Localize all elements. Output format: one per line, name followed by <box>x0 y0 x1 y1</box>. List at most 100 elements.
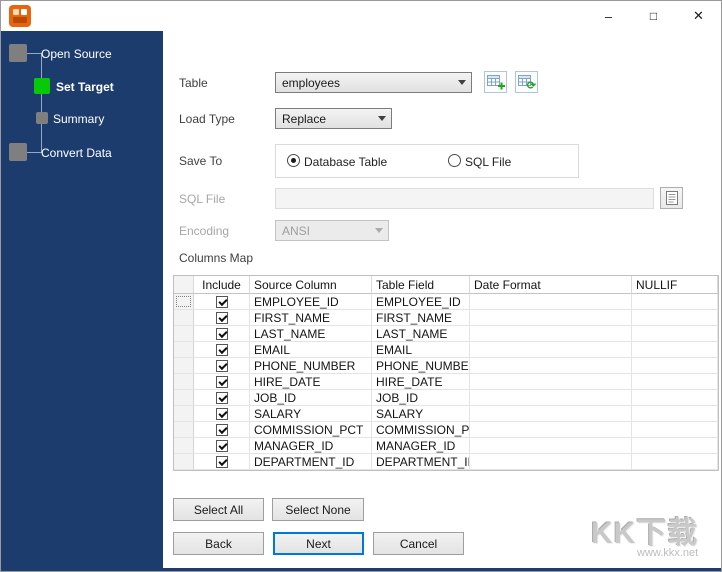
load-type-select[interactable]: Replace <box>275 108 392 129</box>
date-format-cell[interactable] <box>470 390 632 406</box>
nullif-cell[interactable] <box>632 406 718 422</box>
close-button[interactable]: ✕ <box>676 1 721 31</box>
minimize-button[interactable]: – <box>586 1 631 31</box>
row-selector[interactable] <box>174 422 194 438</box>
date-format-cell[interactable] <box>470 454 632 470</box>
include-checkbox[interactable] <box>215 359 228 372</box>
include-checkbox[interactable] <box>215 311 228 324</box>
maximize-button[interactable]: □ <box>631 1 676 31</box>
sidebar-item-convert-data[interactable]: Convert Data <box>41 146 112 160</box>
include-cell[interactable] <box>194 310 250 326</box>
col-header-date-format[interactable]: Date Format <box>470 276 632 294</box>
database-table-radio-label[interactable]: Database Table <box>304 155 387 169</box>
row-selector[interactable] <box>174 326 194 342</box>
cancel-button[interactable]: Cancel <box>373 532 464 555</box>
table-field-cell[interactable]: COMMISSION_PCT <box>372 422 470 438</box>
source-column-cell[interactable]: HIRE_DATE <box>250 374 372 390</box>
row-selector[interactable] <box>174 358 194 374</box>
include-cell[interactable] <box>194 406 250 422</box>
table-field-cell[interactable]: EMPLOYEE_ID <box>372 294 470 310</box>
source-column-cell[interactable]: COMMISSION_PCT <box>250 422 372 438</box>
table-field-cell[interactable]: PHONE_NUMBER <box>372 358 470 374</box>
nullif-cell[interactable] <box>632 294 718 310</box>
source-column-cell[interactable]: MANAGER_ID <box>250 438 372 454</box>
source-column-cell[interactable]: EMPLOYEE_ID <box>250 294 372 310</box>
nullif-cell[interactable] <box>632 422 718 438</box>
row-selector[interactable] <box>174 294 194 310</box>
table-field-cell[interactable]: MANAGER_ID <box>372 438 470 454</box>
table-field-cell[interactable]: EMAIL <box>372 342 470 358</box>
select-all-button[interactable]: Select All <box>173 498 264 521</box>
row-selector[interactable] <box>174 310 194 326</box>
row-selector[interactable] <box>174 438 194 454</box>
include-checkbox[interactable] <box>215 455 228 468</box>
source-column-cell[interactable]: EMAIL <box>250 342 372 358</box>
row-selector[interactable] <box>174 342 194 358</box>
nullif-cell[interactable] <box>632 310 718 326</box>
sql-file-radio-label[interactable]: SQL File <box>465 155 511 169</box>
include-checkbox[interactable] <box>215 423 228 436</box>
include-cell[interactable] <box>194 438 250 454</box>
sidebar-item-set-target[interactable]: Set Target <box>56 80 114 94</box>
database-table-radio[interactable] <box>287 154 300 167</box>
col-header-include[interactable]: Include <box>194 276 250 294</box>
date-format-cell[interactable] <box>470 294 632 310</box>
include-cell[interactable] <box>194 294 250 310</box>
nullif-cell[interactable] <box>632 358 718 374</box>
date-format-cell[interactable] <box>470 358 632 374</box>
source-column-cell[interactable]: JOB_ID <box>250 390 372 406</box>
sidebar-item-open-source[interactable]: Open Source <box>41 47 112 61</box>
include-checkbox[interactable] <box>215 391 228 404</box>
col-header-nullif[interactable]: NULLIF <box>632 276 718 294</box>
source-column-cell[interactable]: DEPARTMENT_ID <box>250 454 372 470</box>
table-field-cell[interactable]: HIRE_DATE <box>372 374 470 390</box>
sidebar-item-summary[interactable]: Summary <box>53 112 104 126</box>
table-field-cell[interactable]: LAST_NAME <box>372 326 470 342</box>
row-selector[interactable] <box>174 390 194 406</box>
include-checkbox[interactable] <box>215 407 228 420</box>
include-checkbox[interactable] <box>215 327 228 340</box>
nullif-cell[interactable] <box>632 326 718 342</box>
nullif-cell[interactable] <box>632 454 718 470</box>
date-format-cell[interactable] <box>470 438 632 454</box>
row-selector[interactable] <box>174 374 194 390</box>
source-column-cell[interactable]: FIRST_NAME <box>250 310 372 326</box>
add-table-button[interactable] <box>484 71 507 93</box>
table-field-cell[interactable]: DEPARTMENT_ID <box>372 454 470 470</box>
nullif-cell[interactable] <box>632 342 718 358</box>
include-cell[interactable] <box>194 454 250 470</box>
refresh-tables-button[interactable]: ⟳ <box>515 71 538 93</box>
include-checkbox[interactable] <box>215 375 228 388</box>
include-cell[interactable] <box>194 358 250 374</box>
table-field-cell[interactable]: JOB_ID <box>372 390 470 406</box>
row-selector[interactable] <box>174 406 194 422</box>
table-field-cell[interactable]: FIRST_NAME <box>372 310 470 326</box>
select-none-button[interactable]: Select None <box>272 498 364 521</box>
include-checkbox[interactable] <box>215 439 228 452</box>
sql-file-radio[interactable] <box>448 154 461 167</box>
source-column-cell[interactable]: PHONE_NUMBER <box>250 358 372 374</box>
date-format-cell[interactable] <box>470 342 632 358</box>
table-select[interactable]: employees <box>275 72 472 93</box>
browse-sql-file-button[interactable] <box>660 187 683 209</box>
back-button[interactable]: Back <box>173 532 264 555</box>
row-selector[interactable] <box>174 454 194 470</box>
nullif-cell[interactable] <box>632 438 718 454</box>
nullif-cell[interactable] <box>632 374 718 390</box>
table-field-cell[interactable]: SALARY <box>372 406 470 422</box>
source-column-cell[interactable]: LAST_NAME <box>250 326 372 342</box>
include-checkbox[interactable] <box>215 343 228 356</box>
col-header-table-field[interactable]: Table Field <box>372 276 470 294</box>
nullif-cell[interactable] <box>632 390 718 406</box>
include-cell[interactable] <box>194 326 250 342</box>
date-format-cell[interactable] <box>470 326 632 342</box>
date-format-cell[interactable] <box>470 422 632 438</box>
date-format-cell[interactable] <box>470 374 632 390</box>
include-checkbox[interactable] <box>215 295 228 308</box>
date-format-cell[interactable] <box>470 310 632 326</box>
include-cell[interactable] <box>194 422 250 438</box>
include-cell[interactable] <box>194 342 250 358</box>
next-button[interactable]: Next <box>273 532 364 555</box>
col-header-source-column[interactable]: Source Column <box>250 276 372 294</box>
include-cell[interactable] <box>194 390 250 406</box>
